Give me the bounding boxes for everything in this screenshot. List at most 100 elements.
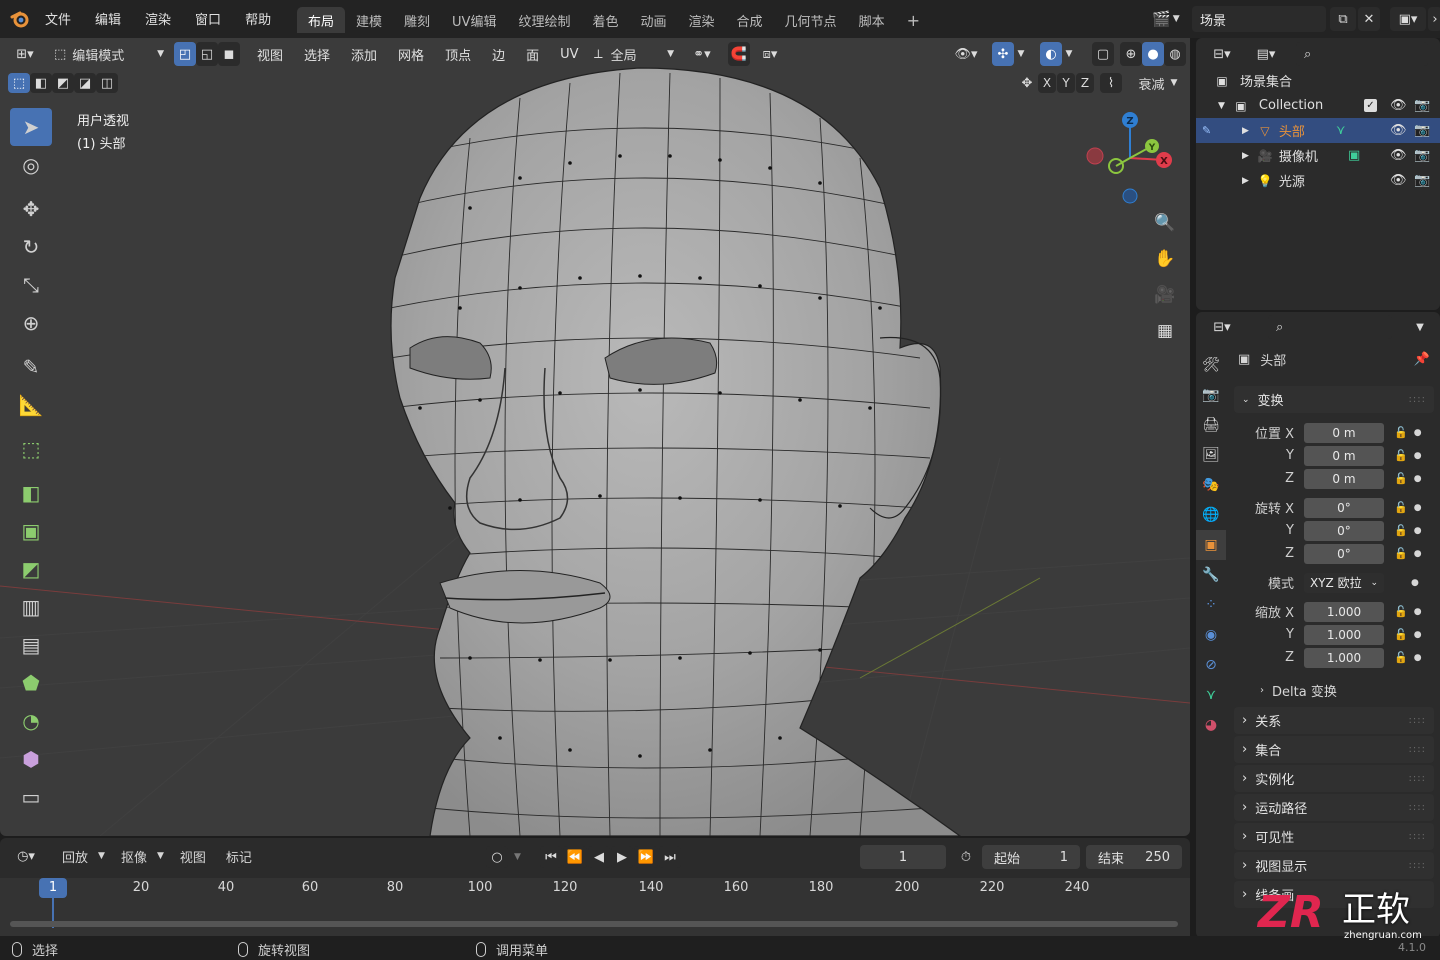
menu-vertex[interactable]: 顶点 (445, 45, 471, 64)
location-y-field[interactable]: 0 m (1304, 445, 1384, 466)
location-x-field[interactable]: 0 m (1304, 422, 1384, 443)
preview-range-icon[interactable]: ⏱ (954, 845, 978, 869)
xray-toggle-icon[interactable]: ▢ (1092, 42, 1114, 66)
render-camera-icon[interactable]: 📷 (1414, 173, 1430, 188)
display-mode-icon[interactable]: ▤▾ (1248, 42, 1284, 66)
delta-transform-header[interactable]: › Delta 变换 (1234, 675, 1434, 705)
loop-cut-tool-icon[interactable]: ▥ (10, 588, 52, 626)
mirror-y-toggle[interactable]: Y (1057, 73, 1075, 93)
lock-icon[interactable]: 🔓 (1394, 605, 1408, 618)
material-shading-icon[interactable]: ◍ (1164, 42, 1186, 66)
scale-x-field[interactable]: 1.000 (1304, 601, 1384, 622)
outliner-item-light[interactable]: ▶ 💡 光源 👁 📷 (1196, 168, 1440, 193)
lock-icon[interactable]: 🔓 (1394, 651, 1408, 664)
lock-icon[interactable]: 🔓 (1394, 628, 1408, 641)
tab-compositing[interactable]: 合成 (726, 7, 774, 33)
jump-start-icon[interactable]: ⏮ (540, 846, 562, 868)
lock-icon[interactable]: 🔓 (1394, 524, 1408, 537)
face-select-icon[interactable]: ◼ (218, 42, 240, 66)
drag-handle-icon[interactable]: :::: (1409, 715, 1426, 726)
tab-layout[interactable]: 布局 (297, 7, 346, 33)
rotation-z-field[interactable]: 0° (1304, 543, 1384, 564)
menu-file[interactable]: 文件 (45, 9, 71, 28)
bevel-tool-icon[interactable]: ◩ (10, 550, 52, 588)
object-name-field[interactable]: 头部 (1260, 350, 1286, 369)
viewport-canvas[interactable] (0, 38, 1190, 836)
drag-handle-icon[interactable]: :::: (1409, 802, 1426, 813)
properties-search-icon[interactable]: ⌕ (1268, 315, 1392, 339)
keyframe-dot-icon[interactable]: ● (1414, 607, 1422, 617)
physics-tab-icon[interactable]: ◉ (1196, 620, 1226, 650)
expand-icon[interactable]: ▼ (1218, 101, 1225, 111)
edge-slide-tool-icon[interactable]: ▭ (10, 778, 52, 816)
menu-timeline-view[interactable]: 视图 (180, 847, 206, 866)
scene-tab-icon[interactable]: 🎭 (1196, 470, 1226, 500)
solid-shading-icon[interactable]: ● (1142, 42, 1164, 66)
rotation-x-field[interactable]: 0° (1304, 497, 1384, 518)
transform-orientation-selector[interactable]: ⟂ 全局 ▼ (590, 42, 676, 66)
annotate-tool-icon[interactable]: ✎ (10, 348, 52, 386)
output-tab-icon[interactable]: 🖨 (1196, 410, 1226, 440)
camera-view-icon[interactable]: 🎥 (1150, 280, 1180, 310)
3d-viewport[interactable]: ⊞▾ ⬚ 编辑模式 ▼ ◰ ◱ ◼ 视图 选择 添加 网格 顶点 边 面 UV … (0, 38, 1190, 836)
add-workspace-button[interactable]: + (896, 7, 931, 33)
menu-playback[interactable]: 回放 (62, 847, 88, 866)
edge-select-icon[interactable]: ◱ (196, 42, 218, 66)
edit-mode-indicator-icon[interactable]: ✎ (1202, 124, 1211, 137)
select-intersect-icon[interactable]: ◫ (96, 73, 118, 93)
properties-editor-type-icon[interactable]: ⊟▾ (1204, 315, 1240, 339)
visibility-eye-icon[interactable]: 👁 (1390, 148, 1407, 163)
visibility-eye-icon[interactable]: 👁 (1390, 173, 1407, 188)
tab-uv-editing[interactable]: UV编辑 (441, 7, 507, 33)
pivot-point-icon[interactable]: ⚭▾ (684, 42, 720, 66)
gizmo-toggle-icon[interactable]: ✣ (992, 42, 1014, 66)
copy-scene-icon[interactable]: ⧉ (1330, 7, 1356, 31)
collection-row[interactable]: ▼ ▣ Collection ✓ 👁 📷 (1196, 93, 1440, 118)
tab-rendering[interactable]: 渲染 (678, 7, 726, 33)
visibility-icon[interactable]: 👁▾ (948, 42, 984, 66)
render-tab-icon[interactable]: 📷 (1196, 380, 1226, 410)
scale-z-field[interactable]: 1.000 (1304, 647, 1384, 668)
timeline-editor-type-icon[interactable]: ◷▾ (8, 844, 44, 868)
prev-keyframe-icon[interactable]: ⏪ (563, 846, 587, 868)
drag-handle-icon[interactable]: :::: (1409, 860, 1426, 871)
render-camera-icon[interactable]: 📷 (1414, 148, 1430, 163)
select-box-tool-icon[interactable]: ➤ (10, 108, 52, 146)
instancing-panel-header[interactable]: › 实例化:::: (1234, 765, 1434, 792)
render-camera-icon[interactable]: 📷 (1414, 98, 1430, 113)
tab-texture-paint[interactable]: 纹理绘制 (507, 7, 581, 33)
gizmo-menu-icon[interactable]: ▼ (1014, 42, 1028, 66)
tab-animation[interactable]: 动画 (630, 7, 678, 33)
menu-help[interactable]: 帮助 (245, 9, 271, 28)
particles-tab-icon[interactable]: ⁘ (1196, 590, 1226, 620)
object-tab-icon[interactable]: ▣ (1196, 530, 1226, 560)
visibility-eye-icon[interactable]: 👁 (1390, 98, 1407, 113)
tab-modeling[interactable]: 建模 (345, 7, 393, 33)
play-reverse-icon[interactable]: ◀ (588, 846, 610, 868)
jump-end-icon[interactable]: ⏭ (659, 846, 681, 868)
smooth-tool-icon[interactable]: ⬢ (10, 740, 52, 778)
scene-collection-row[interactable]: ▣ 场景集合 (1196, 68, 1440, 93)
keyframe-dot-icon[interactable]: ● (1411, 578, 1419, 588)
menu-edge[interactable]: 边 (492, 45, 505, 64)
cursor-tool-icon[interactable]: ◎ (10, 146, 52, 184)
transform-tool-icon[interactable]: ⊕ (10, 304, 52, 342)
keyframe-dot-icon[interactable]: ● (1414, 428, 1422, 438)
menu-window[interactable]: 窗口 (195, 9, 221, 28)
navigation-gizmo[interactable]: Z X Y (1082, 108, 1178, 208)
outliner-item-head[interactable]: ✎ ▶ ▽ 头部 ⋎ 👁 📷 (1196, 118, 1440, 143)
timeline-track[interactable]: 20 40 60 80 100 120 140 160 180 200 220 … (0, 878, 1190, 936)
select-new-icon[interactable]: ⬚ (8, 73, 30, 93)
keyframe-dot-icon[interactable]: ● (1414, 526, 1422, 536)
inset-tool-icon[interactable]: ▣ (10, 512, 52, 550)
keyframe-dot-icon[interactable]: ● (1414, 474, 1422, 484)
play-icon[interactable]: ▶ (611, 846, 633, 868)
menu-view[interactable]: 视图 (257, 45, 283, 64)
view-layer-more-icon[interactable]: › (1428, 7, 1440, 31)
menu-face[interactable]: 面 (526, 45, 539, 64)
timeline-scrollbar[interactable] (10, 921, 1178, 927)
blender-logo-icon[interactable] (10, 9, 30, 29)
start-frame-field[interactable]: 起始 1 (982, 845, 1080, 869)
drag-handle-icon[interactable]: :::: (1409, 773, 1426, 784)
lock-icon[interactable]: 🔓 (1394, 426, 1408, 439)
